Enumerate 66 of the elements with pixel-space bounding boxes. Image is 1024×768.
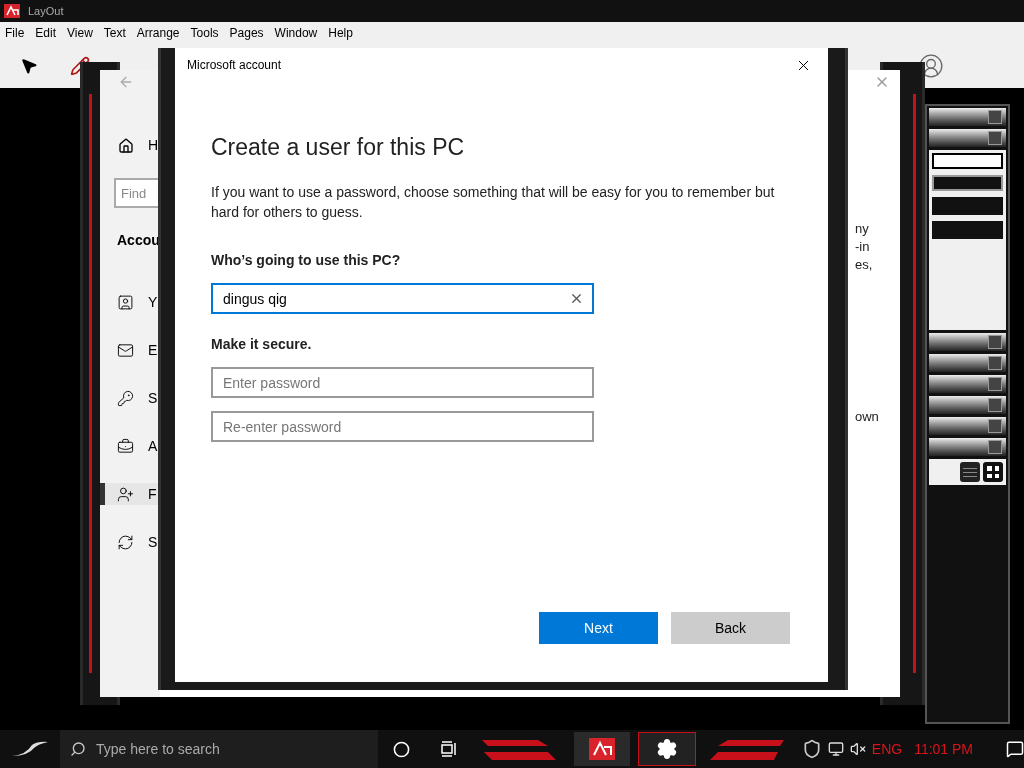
dialog-heading: Create a user for this PC [211, 133, 466, 162]
home-icon[interactable] [118, 137, 134, 154]
next-button[interactable]: Next [539, 612, 658, 644]
nav-item[interactable]: S [100, 387, 160, 409]
sync-icon [117, 533, 134, 551]
panel-header[interactable] [929, 333, 1006, 351]
panel-header[interactable] [929, 417, 1006, 435]
nav-item[interactable]: S [100, 531, 160, 553]
network-icon[interactable] [827, 741, 844, 757]
grid-view-icon[interactable] [983, 462, 1003, 482]
list-view-icon[interactable] [960, 462, 980, 482]
key-icon [117, 389, 134, 407]
menu-item[interactable]: Tools [190, 24, 219, 42]
menu-item[interactable]: File [5, 24, 25, 42]
body-text: -in [854, 238, 871, 256]
menu-item[interactable]: Arrange [136, 24, 180, 42]
nav-item[interactable]: E [100, 339, 160, 361]
nav-label[interactable]: H [148, 135, 159, 156]
menu-item[interactable]: Pages [229, 24, 264, 42]
menu-item[interactable]: Edit [35, 24, 57, 42]
panel-header[interactable] [929, 354, 1006, 372]
back-button[interactable]: Back [671, 612, 790, 644]
menu-item[interactable]: Help [328, 24, 353, 42]
speaker-muted-icon[interactable] [849, 741, 866, 757]
menu-item[interactable]: View [67, 24, 93, 42]
pencil-icon[interactable] [70, 56, 90, 76]
panel-header[interactable] [929, 396, 1006, 414]
dialog-title: Microsoft account [187, 57, 282, 74]
clear-icon[interactable] [569, 291, 584, 306]
panel-header[interactable] [929, 375, 1006, 393]
app-logo-icon [4, 4, 20, 18]
cortana-icon[interactable] [392, 740, 410, 758]
panel-header[interactable] [929, 438, 1006, 456]
person-card-icon [117, 293, 134, 311]
body-text: ny [854, 220, 870, 238]
username-field[interactable]: dingus qig [211, 283, 594, 314]
body-text: es, [854, 256, 874, 274]
section-title: Accou [117, 231, 160, 250]
language-indicator[interactable]: ENG [871, 738, 903, 760]
layout-taskbar-button[interactable] [573, 732, 630, 766]
pointer-icon[interactable] [20, 57, 38, 75]
search-field[interactable]: Find [114, 178, 158, 208]
briefcase-icon [117, 437, 134, 455]
notifications-icon[interactable] [1006, 740, 1024, 758]
body-text: own [854, 408, 880, 426]
password-field[interactable]: Enter password [211, 367, 594, 398]
nav-item[interactable]: F [100, 483, 160, 505]
nav-item[interactable]: A [100, 435, 160, 457]
panel-header[interactable] [929, 129, 1006, 147]
mail-icon [117, 341, 134, 359]
search-box[interactable]: Type here to search [60, 730, 378, 768]
intro-text: If you want to use a password, choose something that will be easy for you to remember but hard for others to guess. [211, 183, 776, 222]
window-title: LayOut [28, 3, 64, 19]
panel-header[interactable] [929, 108, 1006, 126]
menu-item[interactable]: Text [103, 24, 126, 42]
person-add-icon [117, 485, 134, 503]
app-logo-icon [588, 738, 615, 760]
menu-item[interactable]: Window [274, 24, 318, 42]
clock[interactable]: 11:01 PM [914, 738, 973, 760]
field-label: Who’s going to use this PC? [211, 251, 402, 270]
nav-item[interactable]: Y [100, 291, 160, 313]
settings-taskbar-button[interactable] [637, 732, 696, 766]
password-field[interactable]: Re-enter password [211, 411, 594, 442]
task-view-icon[interactable] [439, 741, 458, 757]
field-label: Make it secure. [211, 335, 313, 354]
search-icon [70, 741, 86, 757]
